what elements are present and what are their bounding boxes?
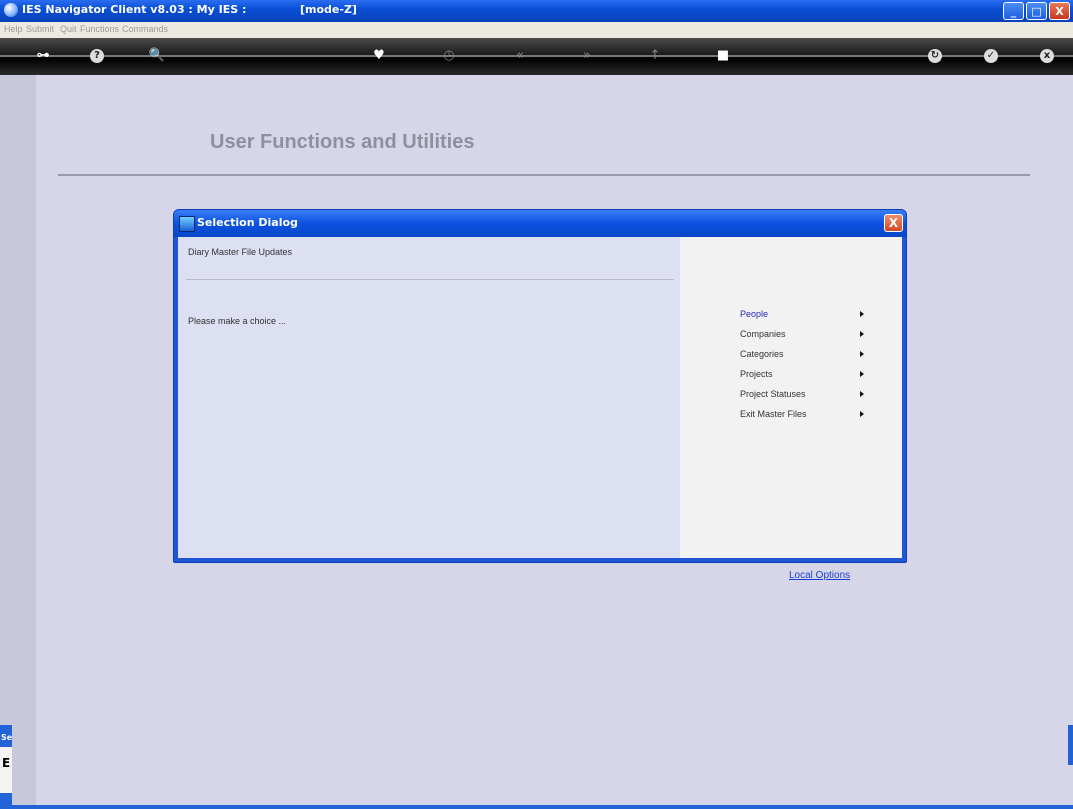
app-window: IES Navigator Client v8.03 : My IES : [m…: [0, 0, 1073, 809]
dialog-prompt: Please make a choice ...: [188, 316, 287, 326]
choice-label: Categories: [740, 349, 784, 359]
heading-divider: [58, 174, 1030, 176]
window-controls: _ □ X: [1003, 2, 1070, 20]
heart-icon[interactable]: ♥: [370, 47, 388, 65]
dialog-divider: [186, 279, 674, 280]
choice-people[interactable]: People: [740, 309, 880, 325]
choice-label: Exit Master Files: [740, 409, 807, 419]
confirm-icon[interactable]: ✓: [984, 49, 998, 63]
refresh-icon[interactable]: ↻: [928, 49, 942, 63]
minimize-button[interactable]: _: [1003, 2, 1024, 20]
side-tab-label: Se: [1, 733, 13, 742]
dialog-subtitle: Diary Master File Updates: [188, 247, 293, 257]
choice-exit-master-files[interactable]: Exit Master Files: [740, 409, 880, 425]
choice-label: Projects: [740, 369, 773, 379]
menu-quit[interactable]: Quit: [60, 24, 77, 34]
submenu-arrow-icon: [860, 311, 864, 317]
stop-icon[interactable]: ■: [714, 47, 732, 65]
submenu-arrow-icon: [860, 371, 864, 377]
dialog-title: Selection Dialog: [197, 216, 298, 229]
menu-bar: Help Submit Quit Functions Commands: [0, 22, 1073, 38]
side-tab-box: E: [0, 747, 12, 793]
choice-label: People: [740, 309, 769, 319]
dialog-icon: [179, 216, 195, 232]
choice-categories[interactable]: Categories: [740, 349, 880, 365]
maximize-button[interactable]: □: [1026, 2, 1047, 20]
forward-icon[interactable]: »: [578, 47, 596, 65]
menu-commands[interactable]: Commands: [122, 24, 168, 34]
window-bottom-border: [0, 805, 1073, 809]
submenu-arrow-icon: [860, 411, 864, 417]
help-icon[interactable]: ?: [90, 49, 104, 63]
submenu-arrow-icon: [860, 391, 864, 397]
submenu-arrow-icon: [860, 331, 864, 337]
left-margin: [0, 75, 36, 805]
dialog-body: Diary Master File Updates Please make a …: [178, 237, 902, 558]
choice-label: Companies: [740, 329, 786, 339]
title-bar[interactable]: IES Navigator Client v8.03 : My IES : [m…: [0, 0, 1073, 22]
dialog-left-pane: Diary Master File Updates Please make a …: [178, 237, 680, 558]
submenu-arrow-icon: [860, 351, 864, 357]
menu-help[interactable]: Help: [4, 24, 23, 34]
clock-icon[interactable]: ◷: [440, 47, 458, 65]
dialog-title-bar[interactable]: Selection Dialog X: [174, 210, 906, 237]
key-icon[interactable]: ⊶: [34, 47, 52, 65]
choice-project-statuses[interactable]: Project Statuses: [740, 389, 880, 405]
choice-companies[interactable]: Companies: [740, 329, 880, 345]
search-icon[interactable]: 🔍: [148, 47, 166, 65]
toolbar: ⊶ ? 🔍 ♥ ◷ « » ↑ ■ ↻ ✓ x: [0, 38, 1073, 75]
side-panel-tab[interactable]: Se E: [0, 725, 12, 805]
local-options-link[interactable]: Local Options: [789, 570, 850, 581]
menu-submit[interactable]: Submit: [26, 24, 54, 34]
dialog-close-button[interactable]: X: [884, 214, 903, 232]
up-icon[interactable]: ↑: [646, 47, 664, 65]
app-icon: [4, 3, 18, 17]
window-title: IES Navigator Client v8.03 : My IES :: [22, 3, 247, 16]
close-button[interactable]: X: [1049, 2, 1070, 20]
cancel-icon[interactable]: x: [1040, 49, 1054, 63]
side-tab-box-text: E: [2, 756, 11, 770]
choice-projects[interactable]: Projects: [740, 369, 880, 385]
menu-functions[interactable]: Functions: [80, 24, 119, 34]
rewind-icon[interactable]: «: [511, 47, 529, 65]
choice-label: Project Statuses: [740, 389, 806, 399]
content-area: User Functions and Utilities Selection D…: [0, 75, 1073, 805]
mode-indicator: [mode-Z]: [300, 3, 357, 16]
choice-menu: People Companies Categories Projects Pro…: [680, 237, 902, 558]
page-title: User Functions and Utilities: [210, 131, 475, 153]
right-panel-tab[interactable]: [1068, 725, 1073, 765]
selection-dialog: Selection Dialog X Diary Master File Upd…: [173, 209, 907, 563]
